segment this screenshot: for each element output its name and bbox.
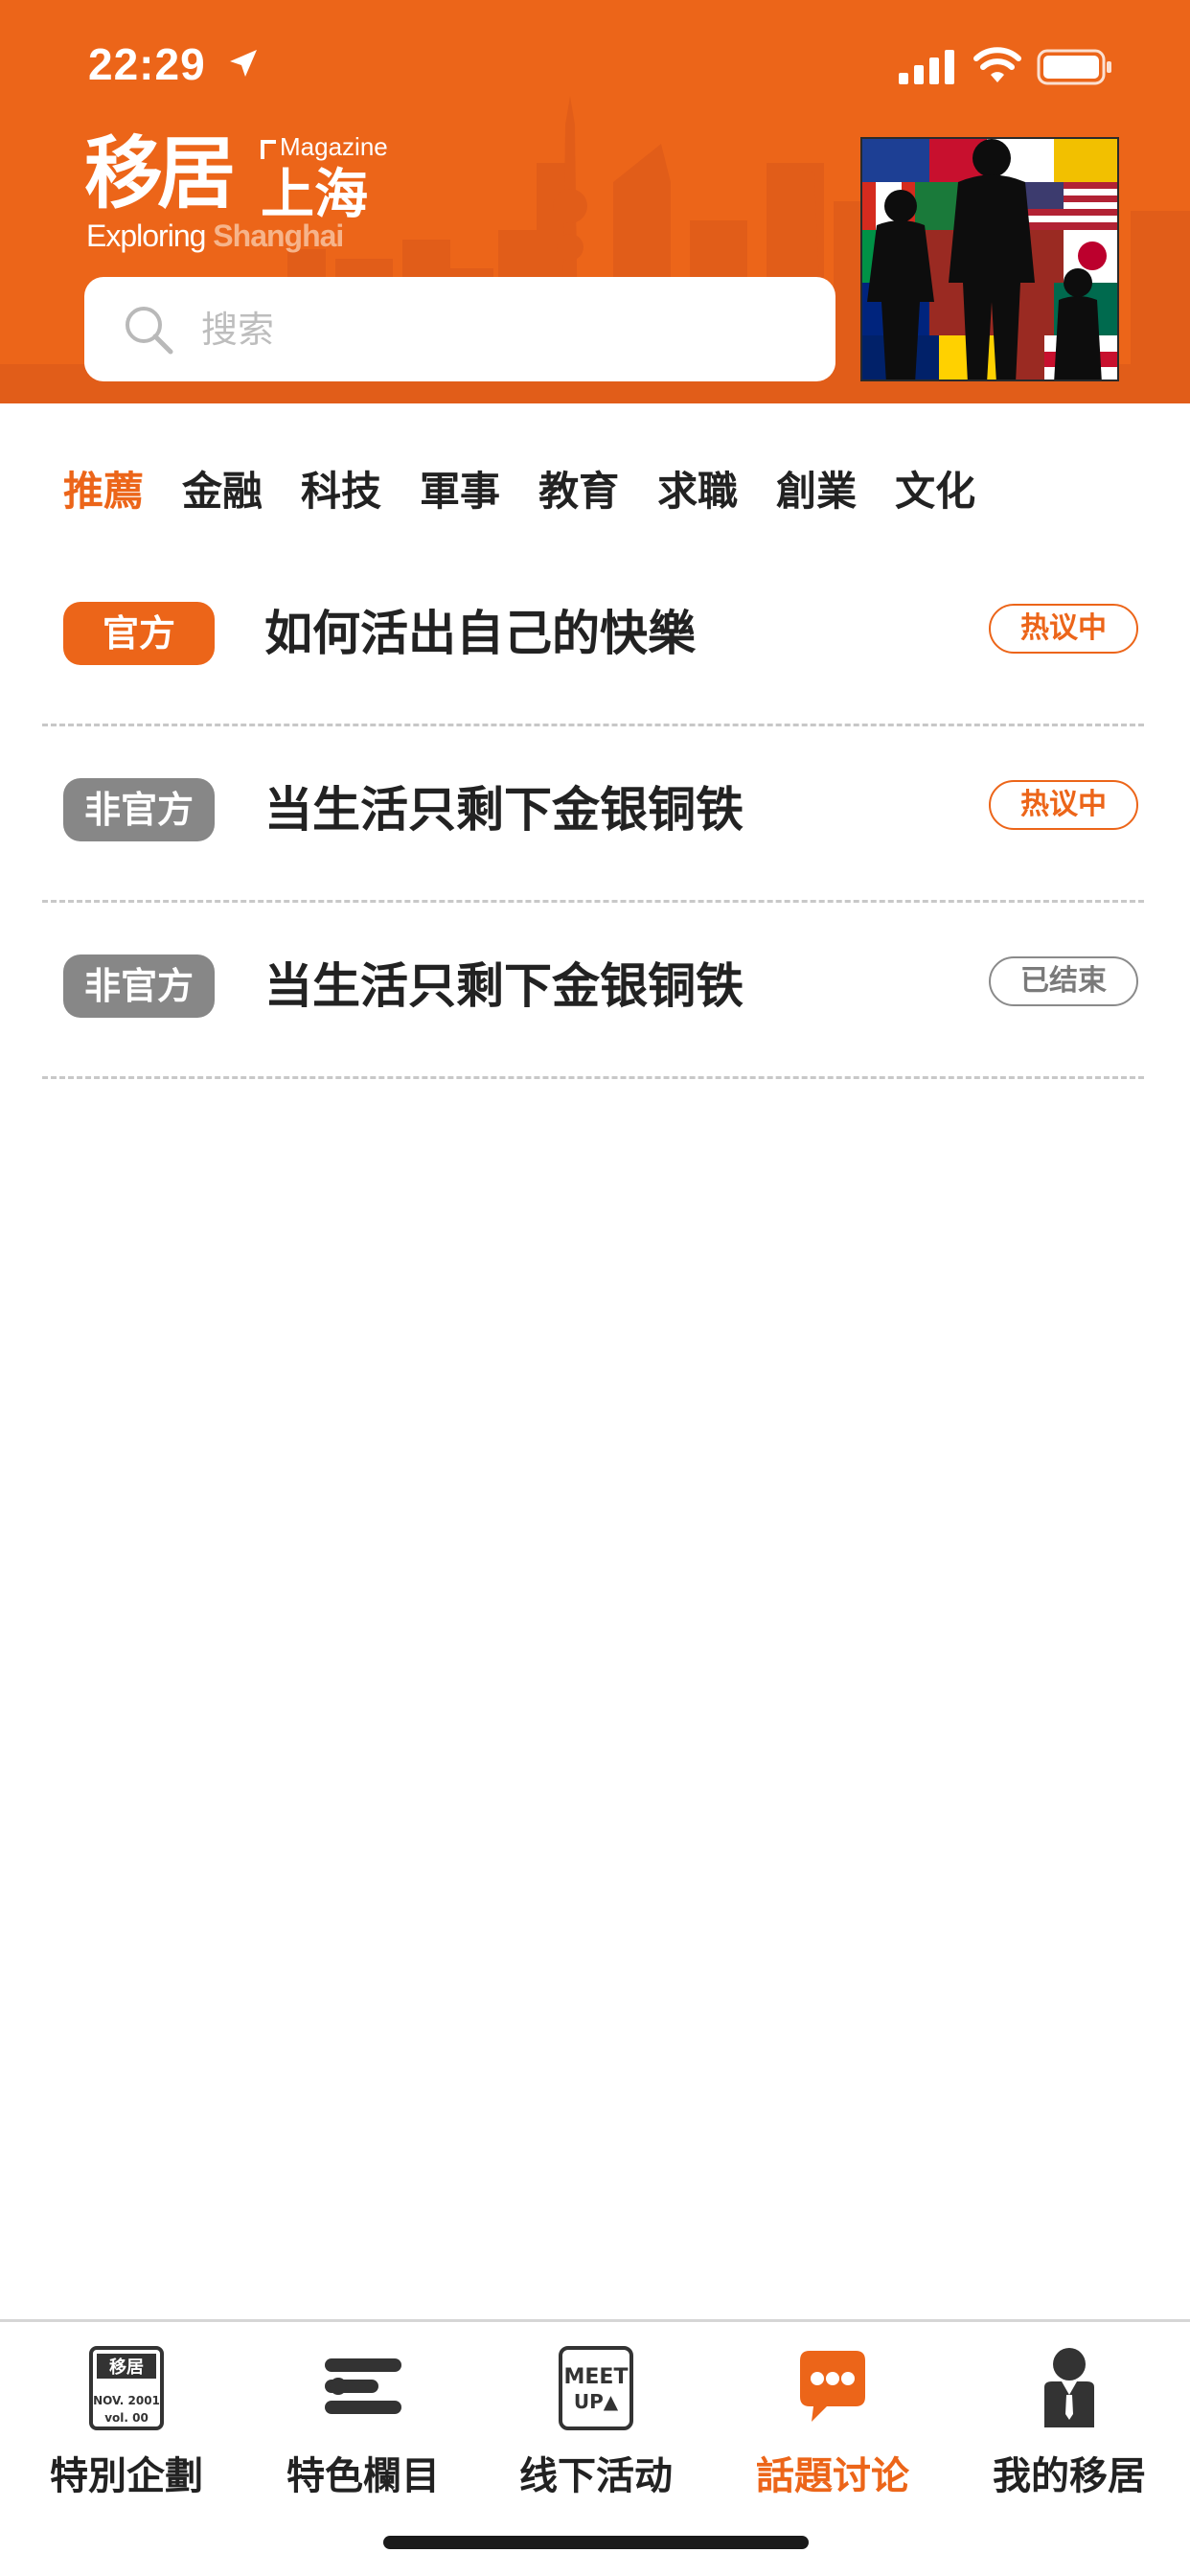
tab-recommended[interactable]: 推薦	[63, 458, 144, 525]
tab-military[interactable]: 軍事	[420, 458, 500, 525]
logo-bracket-mark	[261, 140, 276, 159]
official-tag: 官方	[63, 602, 215, 665]
location-arrow-icon	[230, 50, 257, 77]
tab-technology[interactable]: 科技	[301, 458, 381, 525]
category-tabs: 推薦 金融 科技 軍事 教育 求職 創業 文化	[63, 458, 1014, 525]
search-icon	[126, 307, 173, 355]
tab-jobs[interactable]: 求職	[657, 458, 738, 525]
tabbar-item-special-feature[interactable]: 移居 NOV. 2001 vol. 00 特別企劃	[8, 2332, 245, 2523]
header-banner: 22:29 移居 Magazine 上海 Exploring Shanghai	[0, 0, 1190, 403]
logo-sub-text: 上海	[261, 164, 368, 226]
status-badge: 已结束	[989, 956, 1138, 1006]
tabbar-item-offline-events[interactable]: MEET UP▲ 线下活动	[477, 2332, 715, 2523]
magazine-cover-thumbnail[interactable]	[860, 137, 1119, 381]
unofficial-tag: 非官方	[63, 778, 215, 841]
status-badge: 热议中	[989, 780, 1138, 830]
home-indicator[interactable]	[383, 2536, 809, 2549]
logo-main-text: 移居	[84, 127, 236, 219]
meet-text: MEET	[564, 2365, 629, 2389]
logo-en-accent: Shanghai	[213, 218, 344, 253]
topic-title: 当生活只剩下金银铜铁	[264, 957, 744, 1014]
profile-person-icon	[1044, 2348, 1094, 2427]
logo-en-prefix: Exploring	[86, 218, 206, 253]
tabbar-label: 特色欄目	[286, 2453, 440, 2498]
battery-icon	[1037, 49, 1111, 85]
logo-english-text: Exploring Shanghai	[86, 218, 344, 253]
logo-magazine-text: Magazine	[280, 132, 388, 161]
tabbar-label: 話題讨论	[756, 2453, 909, 2498]
tabbar-label: 我的移居	[993, 2453, 1146, 2498]
status-badge: 热议中	[989, 604, 1138, 654]
tab-startup[interactable]: 創業	[776, 458, 857, 525]
svg-text:移居: 移居	[109, 2357, 144, 2378]
cover-flags-artwork	[862, 139, 1117, 380]
up-text: UP▲	[574, 2390, 619, 2413]
search-input[interactable]	[199, 300, 797, 359]
meetup-icon: MEET UP▲	[559, 2346, 633, 2430]
topic-row[interactable]: 官方 如何活出自己的快樂 热议中	[42, 550, 1144, 726]
topic-title: 当生活只剩下金银铜铁	[264, 781, 744, 838]
cellular-signal-icon	[899, 50, 954, 84]
status-time: 22:29	[88, 39, 206, 89]
column-list-icon	[325, 2358, 401, 2414]
app-logo: 移居 Magazine 上海 Exploring Shanghai	[84, 134, 400, 259]
topic-title: 如何活出自己的快樂	[264, 605, 696, 661]
tabbar-item-my-profile[interactable]: 我的移居	[950, 2332, 1188, 2523]
tab-finance[interactable]: 金融	[182, 458, 263, 525]
wifi-icon	[973, 47, 1021, 82]
tabbar-label: 线下活动	[519, 2453, 673, 2498]
tabbar-item-topic-discussion[interactable]: 話題讨论	[714, 2332, 951, 2523]
issue-badge-text: NOV. 2001	[93, 2394, 160, 2407]
topic-row[interactable]: 非官方 当生活只剩下金银铜铁 已结束	[42, 903, 1144, 1079]
issue-vol-text: vol. 00	[104, 2411, 149, 2425]
magazine-issue-icon: 移居 NOV. 2001 vol. 00	[89, 2346, 164, 2430]
tabbar-label: 特別企劃	[50, 2453, 203, 2498]
chat-bubble-icon	[800, 2351, 865, 2422]
tab-education[interactable]: 教育	[538, 458, 619, 525]
topic-row[interactable]: 非官方 当生活只剩下金银铜铁 热议中	[42, 726, 1144, 903]
search-bar[interactable]	[84, 277, 835, 381]
tab-culture[interactable]: 文化	[895, 458, 975, 525]
unofficial-tag: 非官方	[63, 954, 215, 1018]
tabbar-item-featured-columns[interactable]: 特色欄目	[244, 2332, 482, 2523]
